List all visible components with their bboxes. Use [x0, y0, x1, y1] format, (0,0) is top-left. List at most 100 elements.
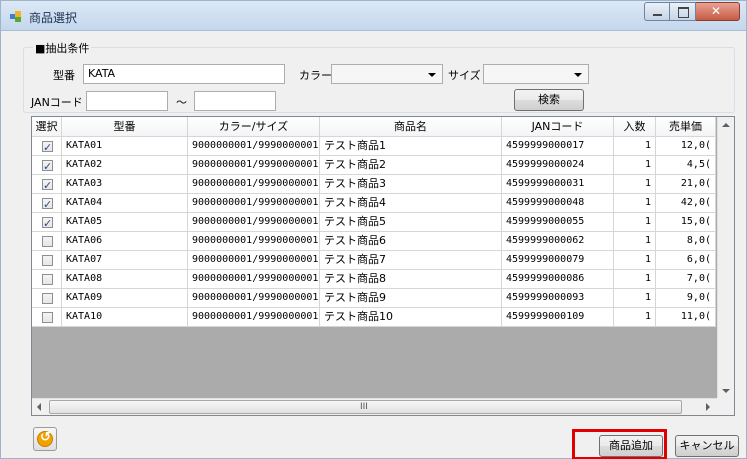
select-checkbox[interactable]: [42, 255, 53, 266]
product-name-cell: テスト商品4: [320, 194, 502, 213]
table-row[interactable]: KATA059000000001/9990000001テスト商品54599999…: [32, 213, 716, 232]
table-row[interactable]: KATA029000000001/9990000001テスト商品24599999…: [32, 156, 716, 175]
product-select-window: 商品選択 ■抽出条件 型番 KATA カラー サイズ JANコード 〜 検索 選…: [0, 0, 747, 459]
column-header-price[interactable]: 売単価: [656, 117, 716, 137]
model-cell: KATA10: [62, 308, 188, 327]
table-row[interactable]: KATA08 9000000001/9990000001 テスト商品8 4599999…: [32, 270, 716, 289]
select-checkbox-cell[interactable]: [32, 308, 62, 327]
jan-cell: 4599999000093: [502, 289, 614, 308]
qty-cell: 1: [614, 137, 656, 156]
select-checkbox-cell[interactable]: [32, 251, 62, 270]
table-row[interactable]: KATA09 9000000001/9990000001 テスト商品9 4599999…: [32, 289, 716, 308]
select-checkbox-cell[interactable]: [32, 194, 62, 213]
table-row[interactable]: KATA049000000001/9990000001テスト商品44599999…: [32, 194, 716, 213]
column-header-color-size[interactable]: カラー/サイズ: [188, 117, 320, 137]
select-checkbox[interactable]: [42, 158, 53, 174]
range-separator: 〜: [176, 96, 187, 109]
vertical-scrollbar[interactable]: [717, 117, 734, 400]
product-name-cell: テスト商品1: [320, 137, 502, 156]
scroll-right-icon[interactable]: [700, 399, 717, 415]
color-size-cell: 9000000001/9990000001: [188, 213, 320, 232]
table-row[interactable]: KATA039000000001/9990000001テスト商品34599999…: [32, 175, 716, 194]
table-row[interactable]: KATA06 9000000001/9990000001 テスト商品6 4599999…: [32, 232, 716, 251]
select-checkbox[interactable]: [42, 274, 53, 285]
color-size-cell: 9000000001/9990000001: [188, 308, 320, 327]
qty-cell: 1: [614, 251, 656, 270]
column-header-jan[interactable]: JANコード: [502, 117, 614, 137]
model-cell: KATA04: [62, 194, 188, 213]
jan-cell: 4599999000031: [502, 175, 614, 194]
title-bar[interactable]: 商品選択: [1, 1, 746, 31]
select-checkbox-cell[interactable]: [32, 175, 62, 194]
column-header-model[interactable]: 型番: [62, 117, 188, 137]
add-button-highlight: [572, 429, 667, 459]
scroll-up-icon[interactable]: [718, 117, 734, 134]
qty-cell: 1: [614, 232, 656, 251]
select-checkbox-cell[interactable]: [32, 270, 62, 289]
select-checkbox[interactable]: [42, 196, 53, 212]
scroll-left-icon[interactable]: [32, 399, 49, 415]
select-checkbox-cell[interactable]: [32, 289, 62, 308]
size-select[interactable]: [483, 64, 589, 84]
table-row[interactable]: KATA019000000001/9990000001テスト商品14599999…: [32, 137, 716, 156]
horizontal-scroll-thumb[interactable]: III: [49, 400, 682, 414]
search-button[interactable]: 検索: [514, 89, 584, 111]
grid-header: 選択 型番 カラー/サイズ 商品名 JANコード 入数 売単価: [32, 117, 716, 137]
minimize-button[interactable]: [644, 2, 670, 21]
model-cell: KATA07: [62, 251, 188, 270]
qty-cell: 1: [614, 270, 656, 289]
color-size-cell: 9000000001/9990000001: [188, 194, 320, 213]
select-checkbox[interactable]: [42, 293, 53, 304]
select-checkbox-cell[interactable]: [32, 232, 62, 251]
jan-to-input[interactable]: [194, 91, 276, 111]
price-cell: 4,5(: [656, 156, 716, 175]
model-cell: KATA09: [62, 289, 188, 308]
select-checkbox[interactable]: [42, 177, 53, 193]
horizontal-scrollbar[interactable]: III: [32, 398, 734, 415]
product-name-cell: テスト商品9: [320, 289, 502, 308]
column-header-qty[interactable]: 入数: [614, 117, 656, 137]
window-title: 商品選択: [29, 11, 78, 25]
maximize-button[interactable]: [670, 2, 696, 21]
product-grid[interactable]: 選択 型番 カラー/サイズ 商品名 JANコード 入数 売単価 KATA0190…: [31, 116, 735, 416]
select-checkbox[interactable]: [42, 236, 53, 247]
price-cell: 9,0(: [656, 289, 716, 308]
price-cell: 7,0(: [656, 270, 716, 289]
column-header-select[interactable]: 選択: [32, 117, 62, 137]
select-checkbox-cell[interactable]: [32, 156, 62, 175]
jan-cell: 4599999000017: [502, 137, 614, 156]
price-cell: 12,0(: [656, 137, 716, 156]
select-checkbox[interactable]: [42, 312, 53, 323]
chevron-down-icon: [574, 73, 582, 77]
jan-from-input[interactable]: [86, 91, 168, 111]
select-checkbox-cell[interactable]: [32, 137, 62, 156]
back-button[interactable]: [33, 427, 57, 451]
table-row[interactable]: KATA07 9000000001/9990000001 テスト商品7 4599999…: [32, 251, 716, 270]
scroll-corner: [717, 398, 734, 415]
color-select[interactable]: [331, 64, 443, 84]
select-checkbox-cell[interactable]: [32, 213, 62, 232]
app-icon: [10, 11, 21, 22]
price-cell: 11,0(: [656, 308, 716, 327]
jan-cell: 4599999000109: [502, 308, 614, 327]
scroll-grip: III: [360, 402, 368, 412]
jan-label: JANコード: [31, 96, 83, 109]
color-size-cell: 9000000001/9990000001: [188, 137, 320, 156]
jan-cell: 4599999000062: [502, 232, 614, 251]
table-row[interactable]: KATA10 9000000001/9990000001 テスト商品10 459999…: [32, 308, 716, 327]
price-cell: 42,0(: [656, 194, 716, 213]
color-size-cell: 9000000001/9990000001: [188, 232, 320, 251]
model-input[interactable]: KATA: [83, 64, 285, 84]
select-checkbox[interactable]: [42, 139, 53, 155]
product-name-cell: テスト商品6: [320, 232, 502, 251]
product-name-cell: テスト商品3: [320, 175, 502, 194]
model-cell: KATA02: [62, 156, 188, 175]
model-cell: KATA01: [62, 137, 188, 156]
caption-buttons: [644, 2, 740, 21]
close-button[interactable]: [696, 2, 740, 21]
select-checkbox[interactable]: [42, 215, 53, 231]
column-header-name[interactable]: 商品名: [320, 117, 502, 137]
size-label: サイズ: [448, 69, 481, 82]
grid-body: KATA019000000001/9990000001テスト商品14599999…: [32, 137, 716, 327]
cancel-button[interactable]: キャンセル: [675, 435, 739, 457]
